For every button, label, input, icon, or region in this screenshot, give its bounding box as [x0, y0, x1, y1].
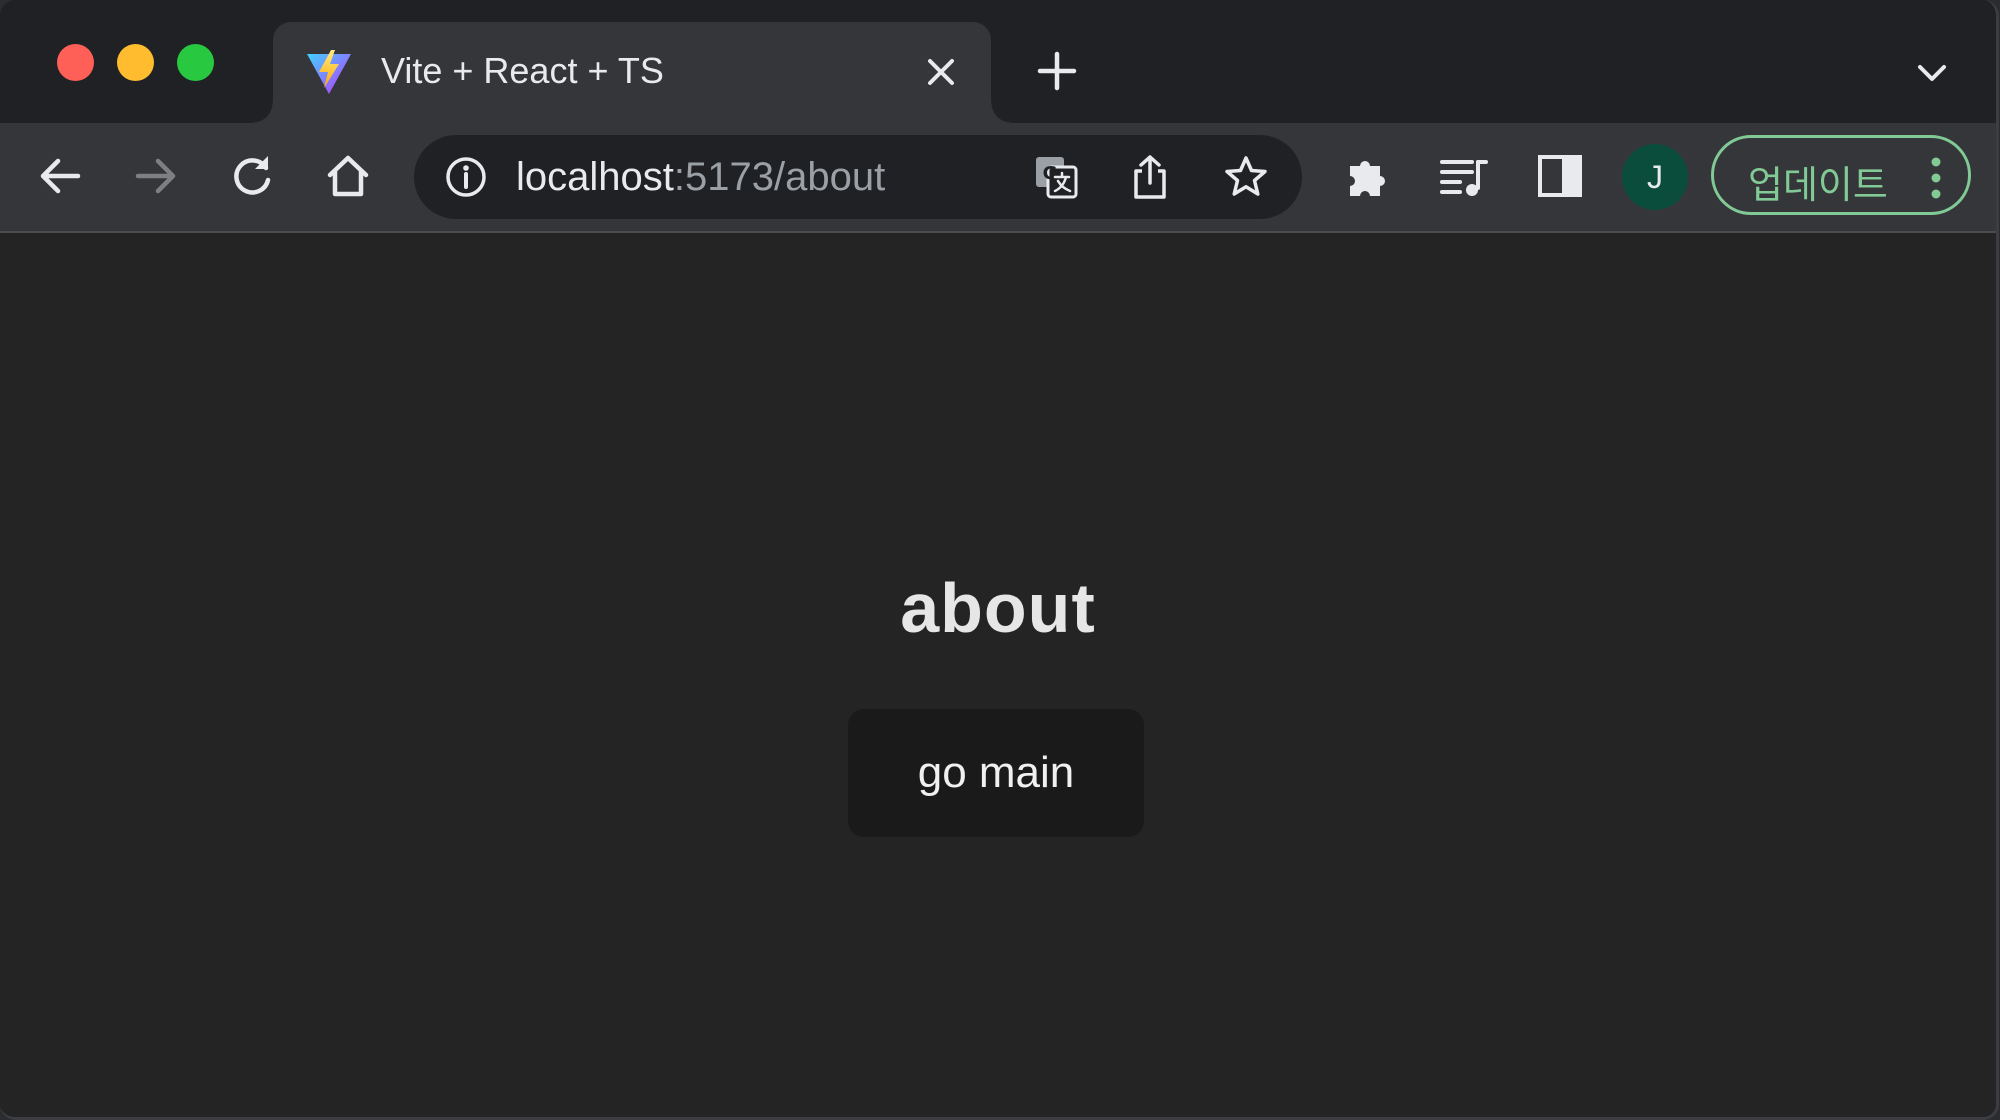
info-icon[interactable] — [444, 155, 488, 199]
browser-window: Vite + React + TS localhost:5173/about G… — [0, 0, 1999, 1120]
more-vertical-icon[interactable] — [1930, 156, 1942, 200]
svg-text:G: G — [1043, 163, 1058, 184]
reload-icon[interactable] — [226, 150, 278, 202]
tab-title: Vite + React + TS — [381, 50, 664, 91]
page-content: about go main — [0, 233, 1996, 1117]
maximize-window-button[interactable] — [177, 44, 214, 81]
home-icon[interactable] — [322, 150, 374, 202]
address-bar[interactable]: localhost:5173/about G — [414, 135, 1302, 219]
arrow-right-icon[interactable] — [130, 150, 182, 202]
close-tab-icon[interactable] — [921, 52, 961, 92]
browser-toolbar: localhost:5173/about G J 업데이트 — [0, 123, 1996, 233]
vite-logo-icon — [307, 50, 351, 94]
puzzle-icon[interactable] — [1342, 150, 1394, 202]
media-queue-icon[interactable] — [1438, 150, 1490, 202]
chevron-down-icon[interactable] — [1915, 58, 1949, 88]
side-panel-icon[interactable] — [1534, 150, 1586, 202]
tab-strip: Vite + React + TS — [0, 0, 1996, 123]
tab-active[interactable]: Vite + React + TS — [253, 22, 1011, 123]
translate-icon[interactable]: G — [1032, 153, 1080, 201]
go-main-button[interactable]: go main — [848, 709, 1144, 837]
url-path: :5173/about — [673, 155, 886, 199]
arrow-left-icon[interactable] — [34, 150, 86, 202]
url-text[interactable]: localhost:5173/about — [516, 155, 885, 199]
close-window-button[interactable] — [57, 44, 94, 81]
star-icon[interactable] — [1222, 153, 1270, 201]
profile-avatar[interactable]: J — [1622, 144, 1688, 210]
update-button[interactable]: 업데이트 — [1711, 135, 1971, 215]
share-icon[interactable] — [1126, 153, 1174, 201]
update-label: 업데이트 — [1748, 165, 1888, 207]
page-title: about — [900, 569, 1096, 647]
url-host: localhost — [516, 155, 674, 199]
minimize-window-button[interactable] — [117, 44, 154, 81]
new-tab-icon[interactable] — [1036, 50, 1078, 92]
